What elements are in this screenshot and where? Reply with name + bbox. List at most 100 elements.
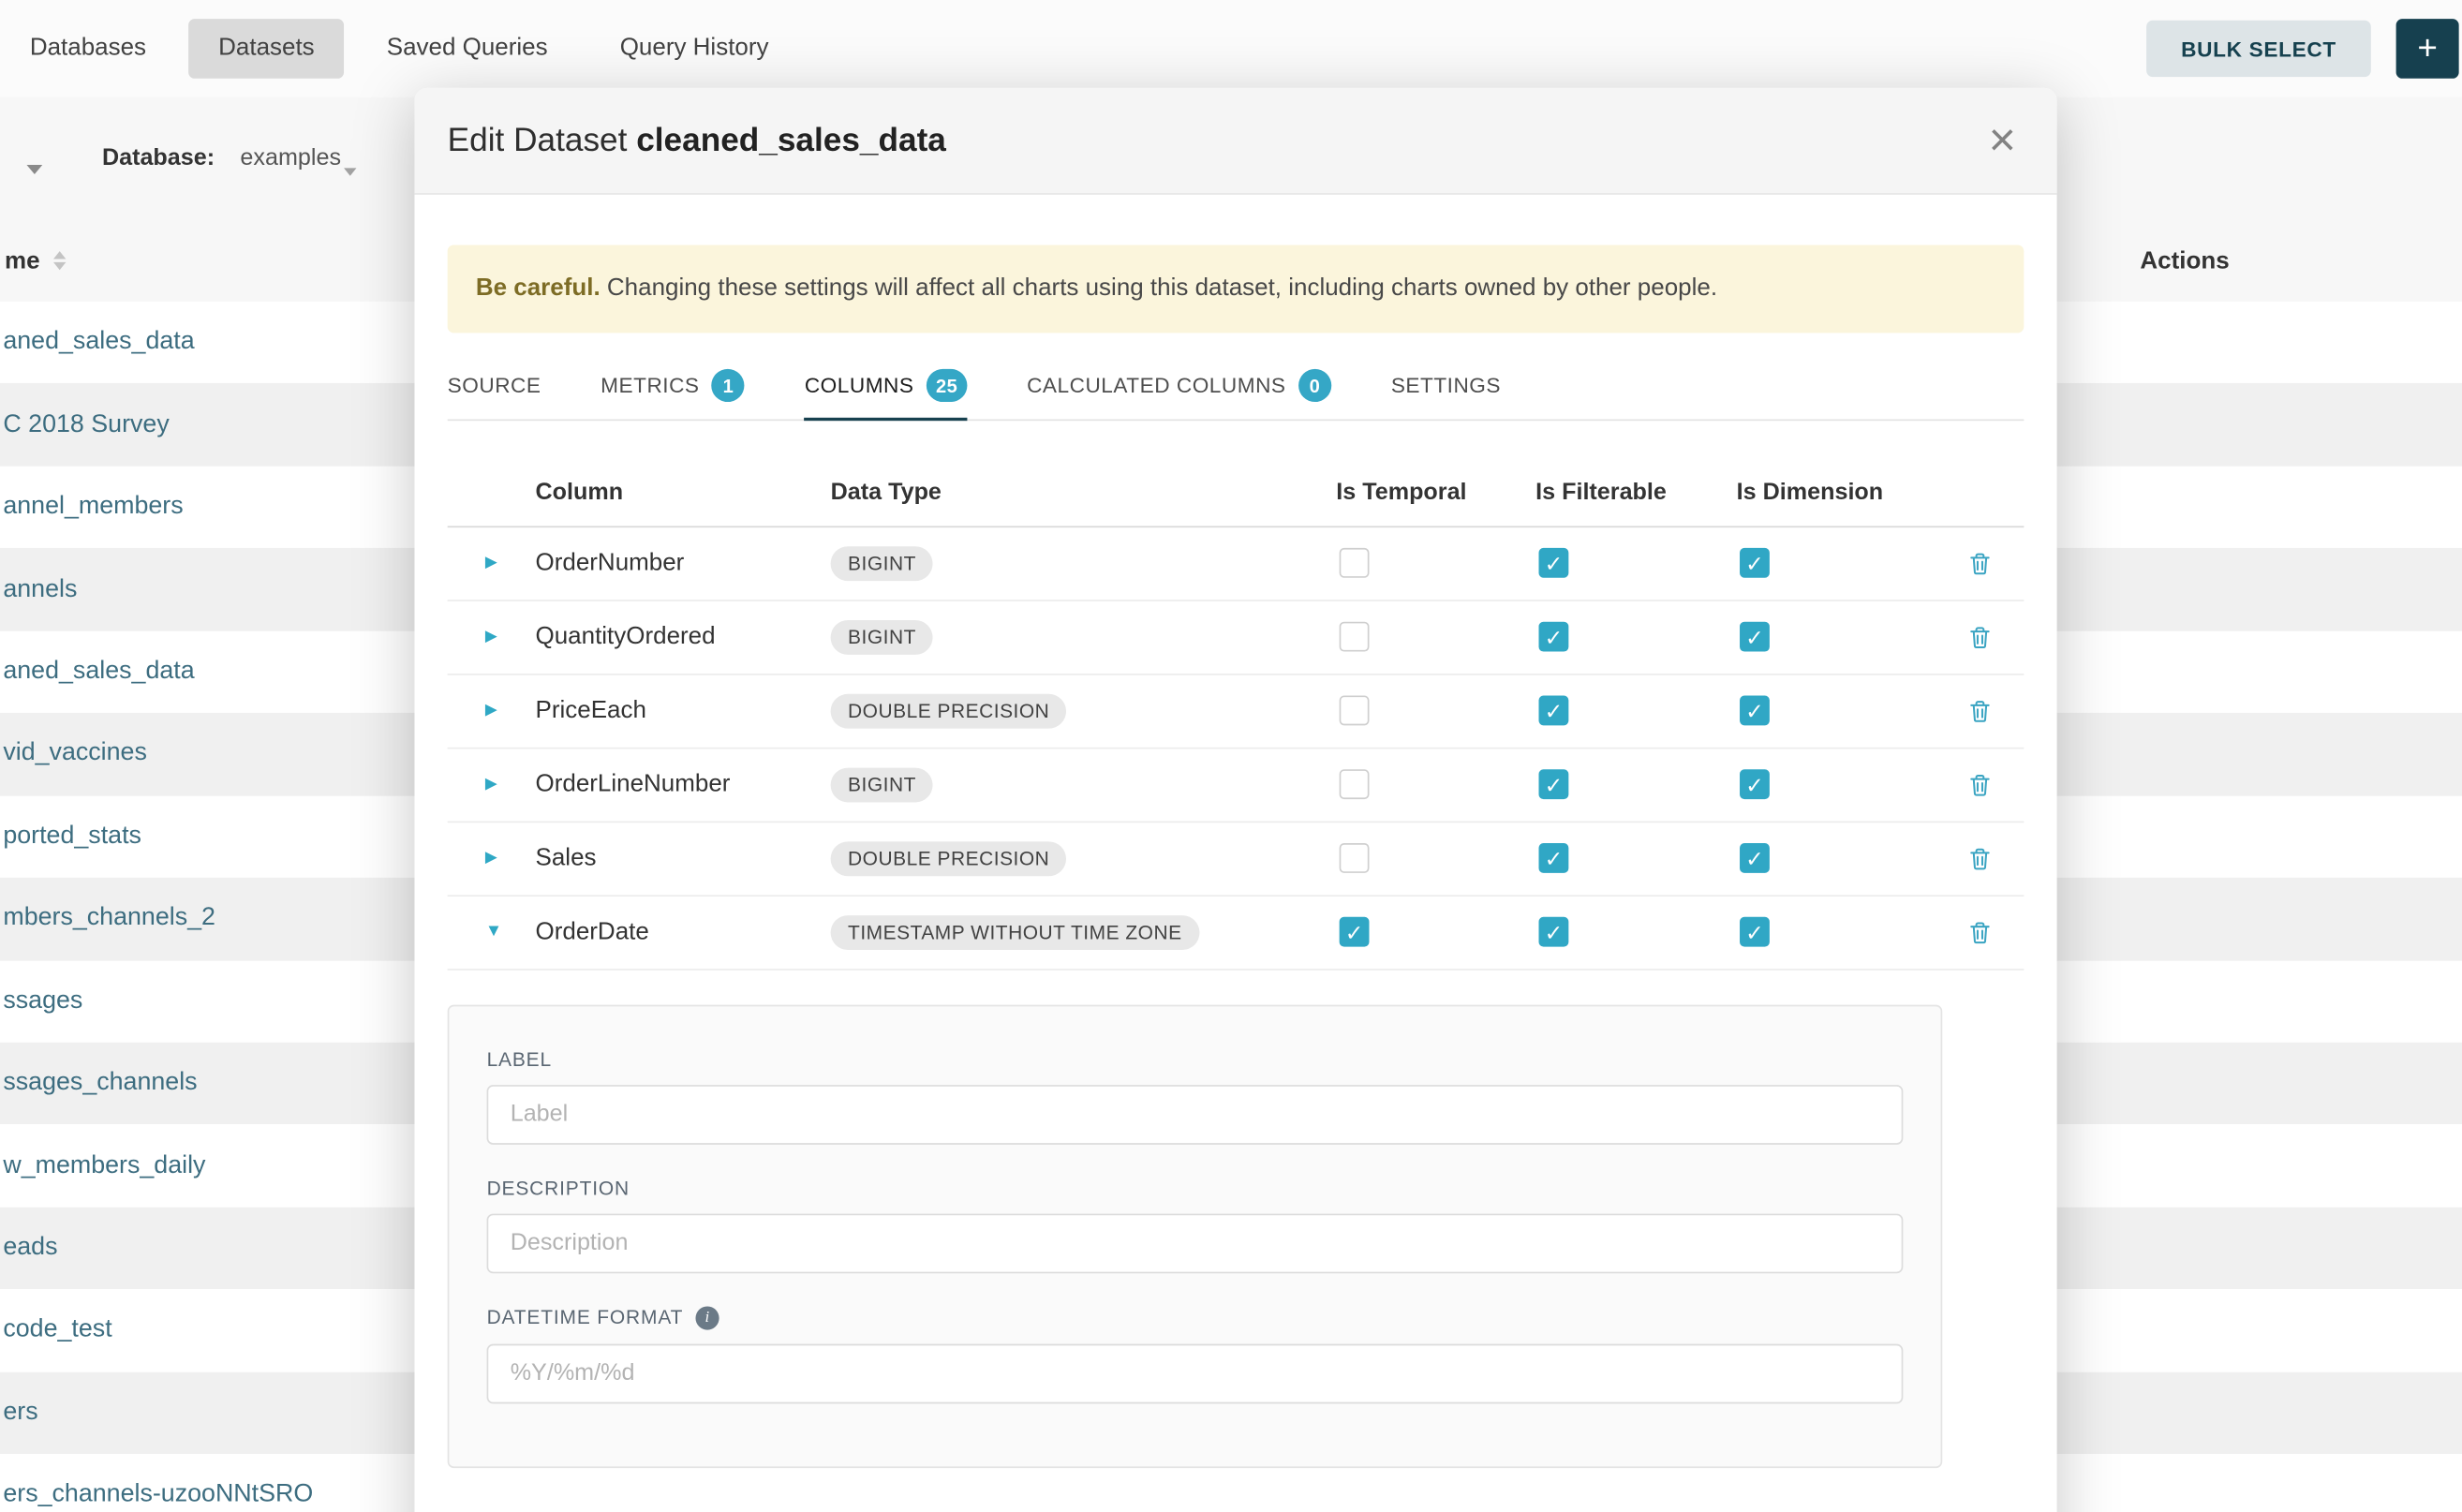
database-filter-label: Database: <box>102 144 215 170</box>
column-detail-panel: LABEL DESCRIPTION DATETIME FORMAT i <box>448 1004 1943 1467</box>
expand-caret-icon[interactable]: ▶ <box>485 630 497 645</box>
dataset-link[interactable]: annel_members <box>0 493 184 521</box>
close-icon[interactable]: × <box>1989 117 2016 164</box>
column-row: ▶ OrderNumber BIGINT <box>448 527 2024 601</box>
is-dimension-checkbox[interactable] <box>1740 548 1770 578</box>
nav-tab-databases[interactable]: Databases <box>0 19 176 79</box>
column-data-type-pill: BIGINT <box>831 546 934 581</box>
dataset-link[interactable]: aned_sales_data <box>0 658 195 686</box>
is-temporal-checkbox[interactable] <box>1340 696 1370 726</box>
modal-tabs: SOURCE METRICS 1 COLUMNS 25 CALCULATED C… <box>448 354 2024 420</box>
dataset-link[interactable]: aned_sales_data <box>0 329 195 357</box>
delete-column-icon[interactable] <box>1967 625 1993 650</box>
is-dimension-checkbox[interactable] <box>1740 917 1770 947</box>
column-name: OrderDate <box>536 918 831 946</box>
tab-metrics[interactable]: METRICS 1 <box>601 354 745 420</box>
name-column-header[interactable]: me <box>5 248 40 276</box>
is-filterable-checkbox[interactable] <box>1538 770 1568 800</box>
delete-column-icon[interactable] <box>1967 551 1993 576</box>
is-temporal-checkbox[interactable] <box>1340 548 1370 578</box>
is-filterable-checkbox[interactable] <box>1538 917 1568 947</box>
tab-count-badge: 25 <box>927 369 967 402</box>
database-caret-icon[interactable] <box>344 156 356 184</box>
modal-tab-label: METRICS <box>601 374 699 397</box>
header-is-dimension: Is Dimension <box>1737 479 1936 505</box>
add-dataset-button[interactable]: + <box>2396 19 2459 79</box>
nav-tab-label: Saved Queries <box>387 35 548 61</box>
warning-banner: Be careful. Changing these settings will… <box>448 245 2024 332</box>
is-temporal-checkbox[interactable] <box>1340 770 1370 800</box>
dataset-link[interactable]: vid_vaccines <box>0 740 147 768</box>
plus-icon: + <box>2417 28 2438 69</box>
column-row: ▶ Sales DOUBLE PRECISION <box>448 823 2024 897</box>
expand-caret-icon[interactable]: ▶ <box>485 777 497 793</box>
columns-table-body: ▶ OrderNumber BIGINT ▶ QuantityOrdered B… <box>448 527 2024 971</box>
info-icon: i <box>696 1306 719 1329</box>
dataset-link[interactable]: C 2018 Survey <box>0 411 170 439</box>
dataset-link[interactable]: eads <box>0 1234 58 1262</box>
is-filterable-checkbox[interactable] <box>1538 843 1568 873</box>
sort-icon[interactable] <box>53 251 66 270</box>
dataset-link[interactable]: mbers_channels_2 <box>0 905 215 933</box>
datetime-format-input[interactable] <box>487 1343 1904 1403</box>
is-temporal-checkbox[interactable] <box>1340 622 1370 652</box>
column-data-type-pill: DOUBLE PRECISION <box>831 693 1067 728</box>
database-filter-value[interactable]: examples <box>240 144 341 170</box>
actions-column-header: Actions <box>2140 248 2229 276</box>
column-row: ▶ QuantityOrdered BIGINT <box>448 600 2024 674</box>
tab-settings[interactable]: SETTINGS <box>1391 354 1501 420</box>
is-filterable-checkbox[interactable] <box>1538 548 1568 578</box>
is-filterable-checkbox[interactable] <box>1538 696 1568 726</box>
is-filterable-checkbox[interactable] <box>1538 622 1568 652</box>
dataset-link[interactable]: annels <box>0 575 77 603</box>
column-name: QuantityOrdered <box>536 623 831 651</box>
collapse-caret-icon[interactable] <box>26 154 42 182</box>
nav-tab-query-history[interactable]: Query History <box>590 19 798 79</box>
dataset-link[interactable]: code_test <box>0 1316 112 1344</box>
label-input[interactable] <box>487 1085 1904 1145</box>
nav-tab-datasets[interactable]: Datasets <box>188 19 344 79</box>
is-dimension-checkbox[interactable] <box>1740 843 1770 873</box>
modal-tab-label: SOURCE <box>448 374 541 397</box>
header-column: Column <box>536 479 831 505</box>
edit-dataset-modal: Edit Dataset cleaned_sales_data × Be car… <box>414 88 2056 1512</box>
delete-column-icon[interactable] <box>1967 698 1993 723</box>
nav-tab-label: Query History <box>620 35 769 61</box>
delete-column-icon[interactable] <box>1967 846 1993 871</box>
expand-caret-icon[interactable]: ▶ <box>485 703 497 719</box>
is-dimension-checkbox[interactable] <box>1740 770 1770 800</box>
modal-tab-label: SETTINGS <box>1391 374 1501 397</box>
dataset-link[interactable]: ers <box>0 1399 38 1427</box>
expand-caret-icon[interactable]: ▶ <box>485 851 497 867</box>
column-data-type-pill: DOUBLE PRECISION <box>831 841 1067 876</box>
column-data-type-pill: BIGINT <box>831 620 934 655</box>
description-input[interactable] <box>487 1213 1904 1273</box>
tab-source[interactable]: SOURCE <box>448 354 541 420</box>
is-dimension-checkbox[interactable] <box>1740 622 1770 652</box>
nav-tab-saved-queries[interactable]: Saved Queries <box>357 19 578 79</box>
modal-header: Edit Dataset cleaned_sales_data × <box>414 88 2056 195</box>
dataset-link[interactable]: w_members_daily <box>0 1152 205 1180</box>
is-dimension-checkbox[interactable] <box>1740 696 1770 726</box>
expand-caret-icon[interactable]: ▶ <box>485 556 497 571</box>
dataset-link[interactable]: ported_stats <box>0 823 141 851</box>
delete-column-icon[interactable] <box>1967 772 1993 797</box>
column-data-type-pill: TIMESTAMP WITHOUT TIME ZONE <box>831 915 1199 950</box>
is-temporal-checkbox[interactable] <box>1340 843 1370 873</box>
modal-body: Be careful. Changing these settings will… <box>414 195 2056 1468</box>
bulk-select-button[interactable]: BULK SELECT <box>2146 21 2371 77</box>
warning-text: Changing these settings will affect all … <box>607 274 1717 301</box>
datetime-format-field: DATETIME FORMAT i <box>487 1306 1904 1403</box>
column-row: ▶ PriceEach DOUBLE PRECISION <box>448 674 2024 749</box>
dataset-link[interactable]: ers_channels-uzooNNtSRO <box>0 1481 313 1509</box>
dataset-link[interactable]: ssages_channels <box>0 1070 198 1098</box>
delete-column-icon[interactable] <box>1967 920 1993 945</box>
tab-count-badge: 1 <box>712 369 745 402</box>
tab-columns[interactable]: COLUMNS 25 <box>805 354 968 420</box>
column-name: Sales <box>536 844 831 872</box>
modal-tab-label: COLUMNS <box>805 374 914 397</box>
tab-calculated-columns[interactable]: CALCULATED COLUMNS 0 <box>1027 354 1331 420</box>
expand-caret-icon[interactable]: ▼ <box>485 924 502 941</box>
is-temporal-checkbox[interactable] <box>1340 917 1370 947</box>
dataset-link[interactable]: ssages <box>0 987 82 1015</box>
